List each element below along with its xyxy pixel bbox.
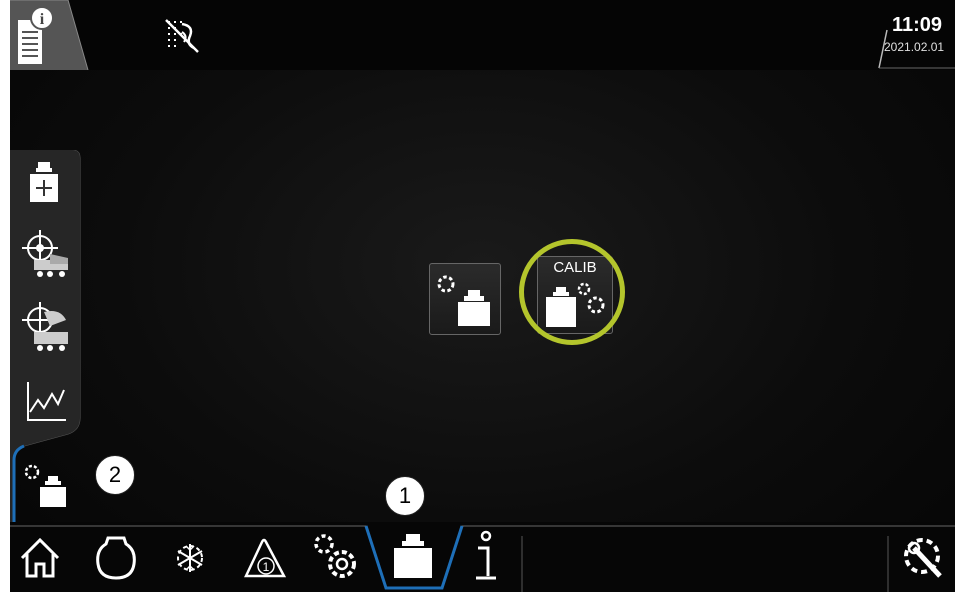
gears-icon <box>310 530 360 582</box>
sidebar-item-scale-settings[interactable] <box>18 456 74 516</box>
scale-settings-tile[interactable] <box>429 263 501 335</box>
scale-settings-icon <box>22 460 70 510</box>
nav-drum[interactable] <box>90 522 150 592</box>
sidebar-item-target-truck[interactable] <box>18 226 74 286</box>
sidebar-item-weight-add[interactable] <box>18 154 74 214</box>
sidebar-item-chart[interactable] <box>18 370 74 430</box>
drum-icon <box>94 534 138 582</box>
target-truck-icon <box>20 230 72 280</box>
highlight-ring <box>519 239 625 345</box>
nav-weighing[interactable] <box>384 522 444 592</box>
scale-settings-icon <box>434 270 496 330</box>
snowflake-gear-icon <box>168 536 212 580</box>
info-tab[interactable]: i <box>10 0 90 70</box>
weight-icon <box>390 530 438 582</box>
top-bar: i 11:09 2021.02.01 <box>10 0 955 70</box>
svg-text:1: 1 <box>263 560 270 574</box>
nav-service[interactable] <box>894 522 954 592</box>
nav-settings[interactable] <box>306 522 366 592</box>
chart-line-icon <box>24 380 68 424</box>
nav-home[interactable] <box>10 522 70 592</box>
sidebar <box>10 150 90 530</box>
callout-2: 2 <box>95 455 135 495</box>
target-truck-load-icon <box>20 302 72 356</box>
bottom-nav: 1 <box>10 522 955 592</box>
sidebar-item-target-truck-load[interactable] <box>18 298 74 358</box>
nav-cooling[interactable] <box>162 522 222 592</box>
weight-add-icon <box>26 158 66 208</box>
home-icon <box>18 536 62 580</box>
machine-display: i 11:09 2021.02.01 CALIB 1 1 2 <box>10 0 955 592</box>
clock: 11:09 2021.02.01 <box>873 0 955 70</box>
clock-time: 11:09 <box>892 14 943 36</box>
wrench-gear-icon <box>900 532 950 582</box>
info-icon <box>466 528 506 584</box>
document-info-icon: i <box>14 4 58 68</box>
sensor-disabled-icon <box>160 14 202 56</box>
svg-text:i: i <box>40 11 45 28</box>
clock-date: 2021.02.01 <box>884 40 945 54</box>
nav-info[interactable] <box>458 522 518 592</box>
warning-1-icon: 1 <box>240 536 288 580</box>
callout-1: 1 <box>385 476 425 516</box>
nav-warning[interactable]: 1 <box>236 522 296 592</box>
